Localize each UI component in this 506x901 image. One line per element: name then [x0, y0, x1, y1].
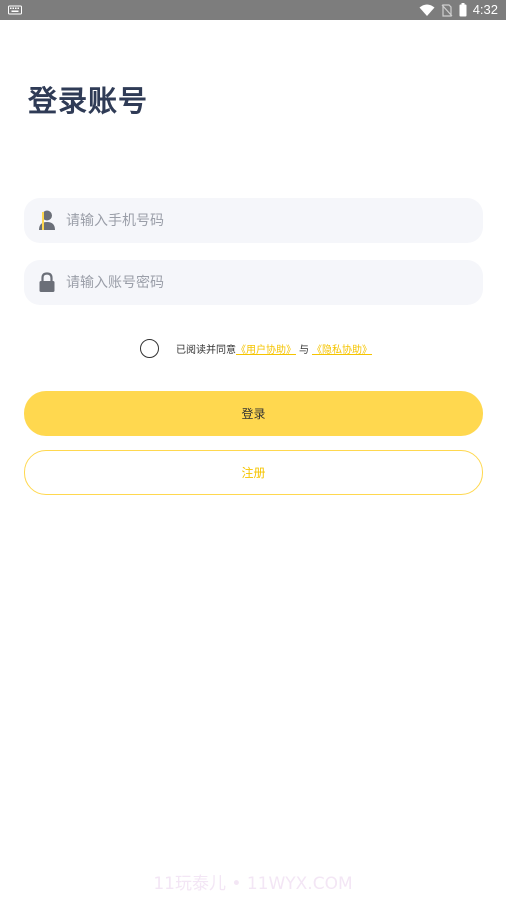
phone-input[interactable] [66, 198, 466, 243]
battery-icon [459, 3, 467, 17]
agree-checkbox[interactable] [140, 338, 159, 358]
privacy-agreement-link[interactable]: 《隐私协助》 [312, 341, 372, 356]
wifi-icon [419, 4, 435, 16]
no-sim-icon [441, 3, 453, 17]
status-time: 4:32 [472, 2, 498, 17]
login-button[interactable]: 登录 [24, 391, 483, 436]
phone-field[interactable] [24, 198, 483, 243]
status-bar: 4:32 [0, 0, 506, 20]
text-cursor [42, 212, 44, 230]
user-icon [39, 210, 55, 230]
agreement-row: 已阅读并同意 《用户协助》 与 《隐私协助》 [140, 337, 372, 359]
status-icons: 4:32 [419, 2, 498, 18]
page-title: 登录账号 [28, 84, 149, 118]
agreement-prefix: 已阅读并同意 [176, 344, 236, 356]
watermark: 11玩泰儿 • 11WYX.COM [153, 874, 353, 894]
password-field[interactable] [24, 260, 483, 305]
lock-icon [39, 272, 55, 292]
register-button[interactable]: 注册 [24, 450, 483, 495]
keyboard-icon [8, 5, 22, 15]
agreement-separator: 与 [299, 344, 309, 356]
user-agreement-link[interactable]: 《用户协助》 [236, 341, 296, 356]
password-input[interactable] [66, 260, 466, 305]
